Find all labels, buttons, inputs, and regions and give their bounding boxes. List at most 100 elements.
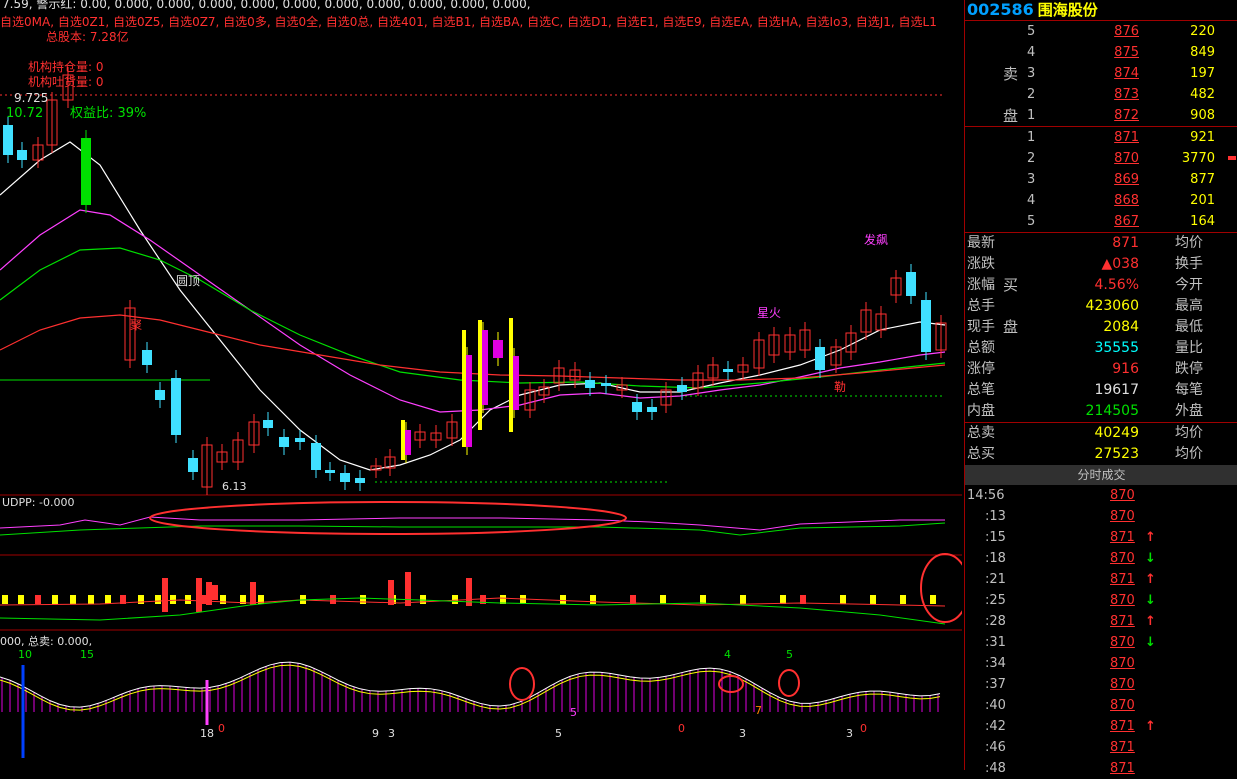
launch-label: 发飙 [864, 233, 889, 247]
tick-row[interactable]: :18 870 ↓ [965, 548, 1237, 569]
candle-body [601, 383, 611, 386]
tick-row[interactable]: :28 871 ↑ [965, 611, 1237, 632]
stat-label-2: 均价 [1175, 235, 1203, 251]
price[interactable]: 875 [1095, 42, 1139, 63]
stat-label-2: 均价 [1175, 446, 1203, 462]
highlight-bar [509, 318, 513, 432]
tick-row[interactable]: :13 870 [965, 506, 1237, 527]
price[interactable]: 867 [1095, 211, 1139, 232]
tick-row[interactable]: :40 870 [965, 695, 1237, 716]
candle-body [142, 350, 152, 365]
signal-spike [162, 578, 168, 612]
stat-label-2: 跌停 [1175, 361, 1203, 377]
volume: 908 [1190, 108, 1215, 123]
price[interactable]: 870 [1095, 148, 1139, 169]
tick-row[interactable]: :34 870 [965, 653, 1237, 674]
tick-row[interactable]: :31 870 ↓ [965, 632, 1237, 653]
ma10-line [0, 209, 946, 413]
tick-time: :40 [985, 698, 1006, 713]
bottom-label: 5 [570, 706, 577, 719]
signal-bar [105, 595, 111, 604]
signal-bar [155, 595, 161, 604]
buy-row[interactable]: 1 871 921 [965, 127, 1237, 148]
tick-row[interactable]: :21 871 ↑ [965, 569, 1237, 590]
signal-bar [52, 595, 58, 604]
signal-bar [360, 595, 366, 604]
tick-row[interactable]: :48 871 [965, 758, 1237, 779]
stock-code[interactable]: 002586 [967, 0, 1034, 19]
tick-price: 870 [1110, 677, 1135, 692]
price[interactable]: 869 [1095, 169, 1139, 190]
stat-label: 总额 [967, 340, 995, 356]
stat-value: 35555 [1094, 340, 1139, 356]
kline-chart-area[interactable]: 7.59, 警示红: 0.00, 0.000, 0.000, 0.000, 0.… [0, 0, 962, 770]
tick-price: 870 [1110, 593, 1135, 608]
stat-label: 现手 [967, 319, 995, 335]
tick-arrow-icon: ↓ [1145, 635, 1156, 650]
sell-row[interactable]: 4 875 849 [965, 42, 1237, 63]
volume: 921 [1190, 130, 1215, 145]
bottom-label: 5 [555, 727, 562, 740]
low-price-label: 6.13 [222, 480, 247, 493]
signal-bar [88, 595, 94, 604]
buy-row[interactable]: 2 870 3770 [965, 148, 1237, 169]
stat-row: 最新 871 均价 [965, 233, 1237, 254]
tick-row[interactable]: :25 870 ↓ [965, 590, 1237, 611]
stat-value: 916 [1112, 361, 1139, 377]
bottom-label: 3 [388, 727, 395, 740]
tick-time: :25 [985, 593, 1006, 608]
level: 3 [1027, 172, 1036, 187]
stock-name[interactable]: 围海股份 [1038, 1, 1098, 19]
sell-row[interactable]: 1 872 908 [965, 105, 1237, 126]
tick-time: :13 [985, 509, 1006, 524]
tick-arrow-icon: ↑ [1145, 614, 1156, 629]
sell-row[interactable]: 2 873 482 [965, 84, 1237, 105]
buy-row[interactable]: 4 868 201 [965, 190, 1237, 211]
sell-row[interactable]: 3 874 197 [965, 63, 1237, 84]
stat-label: 涨停 [967, 361, 995, 377]
sell-row[interactable]: 5 876 220 [965, 21, 1237, 42]
tick-row[interactable]: :42 871 ↑ [965, 716, 1237, 737]
price[interactable]: 872 [1095, 105, 1139, 126]
price[interactable]: 868 [1095, 190, 1139, 211]
candle-body [340, 473, 350, 482]
price[interactable]: 876 [1095, 21, 1139, 42]
tick-time: :37 [985, 677, 1006, 692]
level: 1 [1027, 130, 1036, 145]
stat-value: 19617 [1094, 382, 1139, 398]
candle-body [311, 443, 321, 470]
stat-value: 423060 [1085, 298, 1139, 314]
price[interactable]: 871 [1095, 127, 1139, 148]
ticks-header[interactable]: 分时成交 [965, 465, 1237, 485]
signal-bar [560, 595, 566, 604]
bottom-label: 0 [218, 722, 225, 735]
stat-value: ▲038 [1101, 256, 1140, 272]
stat-row: 总额 35555 量比 [965, 338, 1237, 359]
price[interactable]: 874 [1095, 63, 1139, 84]
bottom-num-10: 10 [18, 648, 32, 661]
buy-row[interactable]: 3 869 877 [965, 169, 1237, 190]
tick-price: 870 [1110, 656, 1135, 671]
inst-vol-label: 机构吐货量: 0 [28, 75, 104, 89]
high-price-label: 9.725 [14, 91, 49, 105]
ma5-line [0, 141, 946, 471]
candle-body [585, 380, 595, 388]
tick-list[interactable]: 14:56 870:13 870:15 871 ↑:18 870 ↓:21 871 ↑:25 87… [965, 485, 1237, 779]
candle-body [723, 369, 733, 372]
level: 3 [1027, 66, 1036, 81]
tick-price: 871 [1110, 614, 1135, 629]
buy-row[interactable]: 5 867 164 [965, 211, 1237, 232]
tick-row[interactable]: :37 870 [965, 674, 1237, 695]
signal-bar [590, 595, 596, 604]
highlight-ellipse [778, 669, 800, 697]
tick-row[interactable]: 14:56 870 [965, 485, 1237, 506]
signal-bar [138, 595, 144, 604]
bottom-num-15: 15 [80, 648, 94, 661]
inst-hold-label: 机构持仓量: 0 [28, 60, 104, 74]
tick-row[interactable]: :46 871 [965, 737, 1237, 758]
signal-bar [870, 595, 876, 604]
price[interactable]: 873 [1095, 84, 1139, 105]
candle-body [295, 438, 305, 442]
bottom-label: 3 [739, 727, 746, 740]
tick-row[interactable]: :15 871 ↑ [965, 527, 1237, 548]
